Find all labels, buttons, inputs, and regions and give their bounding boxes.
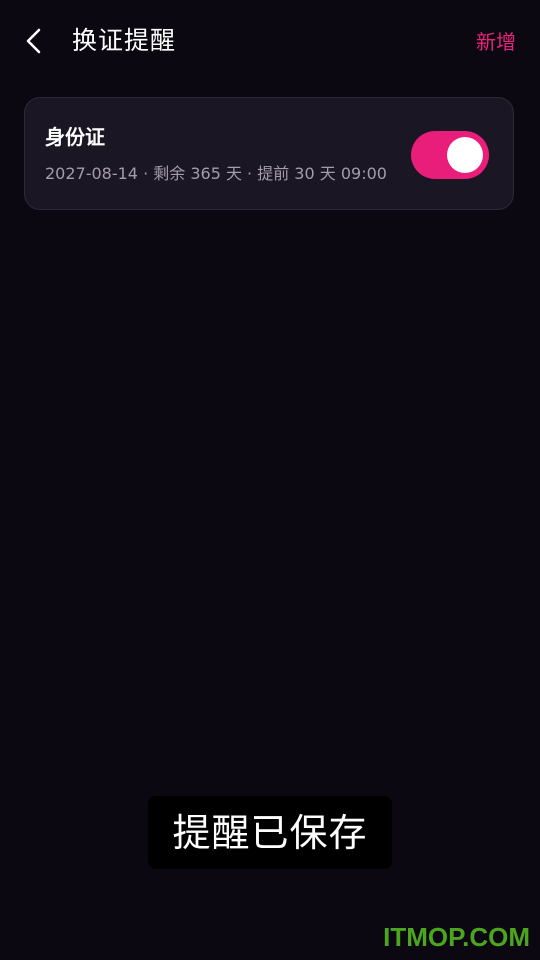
page-title: 换证提醒 [72, 26, 177, 55]
watermark-logo: ITMOP.COM [383, 922, 530, 952]
reminder-toggle[interactable] [411, 131, 489, 179]
toggle-knob [447, 137, 483, 173]
back-button[interactable] [18, 24, 52, 58]
toast: 提醒已保存 [148, 796, 392, 869]
chevron-left-icon [26, 28, 41, 54]
reminder-card[interactable]: 身份证 2027-08-14 · 剩余 365 天 · 提前 30 天 09:0… [24, 97, 514, 210]
toast-message: 提醒已保存 [172, 810, 368, 855]
top-bar: 换证提醒 新增 [0, 0, 540, 84]
add-button[interactable]: 新增 [476, 26, 516, 58]
reminder-details: 2027-08-14 · 剩余 365 天 · 提前 30 天 09:00 [45, 164, 387, 183]
reminder-title: 身份证 [45, 125, 105, 149]
